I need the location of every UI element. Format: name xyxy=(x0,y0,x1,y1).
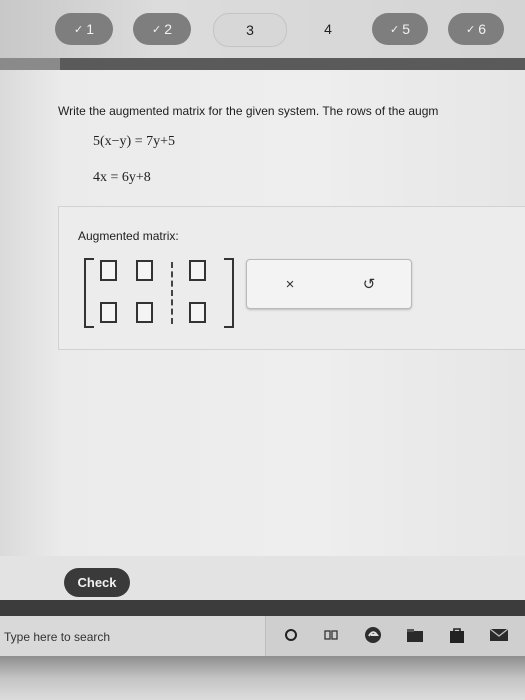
file-explorer-icon[interactable] xyxy=(404,624,426,646)
augment-divider xyxy=(171,262,173,324)
task-view-icon[interactable] xyxy=(320,624,342,646)
question-2-tab[interactable]: ✓ 2 xyxy=(133,13,191,45)
question-2-label: 2 xyxy=(164,21,172,37)
equation-2: 4x = 6y+8 xyxy=(93,170,151,185)
check-icon: ✓ xyxy=(389,23,400,36)
question-6-label: 6 xyxy=(478,21,486,37)
question-3-tab[interactable]: 3 xyxy=(213,13,287,47)
undo-button[interactable]: ↺ xyxy=(358,273,380,295)
matrix-right-bracket xyxy=(224,258,234,328)
clear-button[interactable]: × xyxy=(279,273,301,295)
cortana-circle-icon[interactable] xyxy=(280,624,302,646)
desk-surface xyxy=(0,656,525,700)
question-6-tab[interactable]: ✓ 6 xyxy=(448,13,504,45)
question-4-label: 4 xyxy=(324,21,332,37)
matrix-cell-r2c2[interactable] xyxy=(136,302,153,323)
question-nav-bar: ✓ 1 ✓ 2 3 4 ✓ 5 ✓ 6 xyxy=(0,0,525,58)
question-5-tab[interactable]: ✓ 5 xyxy=(372,13,428,45)
matrix-cell-r1c2[interactable] xyxy=(136,260,153,281)
taskbar-search-placeholder: Type here to search xyxy=(4,630,111,644)
question-1-label: 1 xyxy=(86,21,94,37)
matrix-cell-r1c3[interactable] xyxy=(189,260,206,281)
question-prompt: Write the augmented matrix for the given… xyxy=(58,104,439,118)
check-icon: ✓ xyxy=(73,23,84,36)
matrix-cell-r1c1[interactable] xyxy=(100,260,117,281)
augmented-matrix xyxy=(84,258,234,328)
close-icon: × xyxy=(285,275,295,293)
store-icon[interactable] xyxy=(446,624,468,646)
check-icon: ✓ xyxy=(465,23,476,36)
equation-1: 5(x−y) = 7y+5 xyxy=(93,134,176,149)
window-bottom-strip xyxy=(0,600,525,616)
augmented-matrix-label: Augmented matrix: xyxy=(78,229,179,243)
question-1-tab[interactable]: ✓ 1 xyxy=(55,13,113,45)
nav-divider xyxy=(0,58,525,70)
matrix-cell-r2c1[interactable] xyxy=(100,302,117,323)
question-5-label: 5 xyxy=(402,21,410,37)
check-icon: ✓ xyxy=(151,23,162,36)
matrix-tools: × ↺ xyxy=(246,259,412,309)
nav-divider-shade xyxy=(0,58,60,70)
matrix-left-bracket xyxy=(84,258,94,328)
question-3-label: 3 xyxy=(246,22,254,38)
mail-icon[interactable] xyxy=(488,624,510,646)
question-4-tab[interactable]: 4 xyxy=(300,13,356,45)
check-button[interactable]: Check xyxy=(64,568,130,597)
undo-icon: ↺ xyxy=(362,276,376,293)
edge-icon[interactable] xyxy=(362,624,384,646)
matrix-cell-r2c3[interactable] xyxy=(189,302,206,323)
